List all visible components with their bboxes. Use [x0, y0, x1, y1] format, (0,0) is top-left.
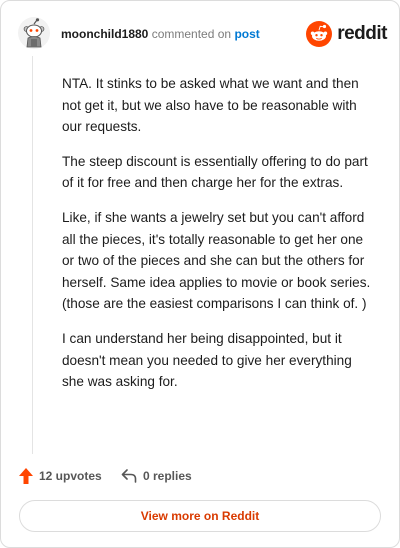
comment-paragraph: I can understand her being disappointed,…	[62, 330, 352, 390]
comment-embed-card: moonchild1880 commented on post reddit N…	[0, 0, 400, 548]
comment-paragraph: Like, if she wants a jewelry set but you…	[62, 209, 371, 312]
author-name[interactable]: moonchild1880	[61, 27, 148, 41]
reply-button[interactable]: 0 replies	[121, 463, 192, 489]
reddit-logo[interactable]: reddit	[306, 21, 387, 47]
upvote-arrow-icon	[19, 468, 33, 484]
reddit-logo-icon	[306, 21, 333, 47]
reply-count: 0 replies	[143, 469, 192, 483]
author-line: moonchild1880 commented on post	[61, 27, 260, 41]
reddit-wordmark: reddit	[337, 23, 387, 44]
comment-actions: 12 upvotes 0 replies	[19, 463, 379, 489]
post-link[interactable]: post	[234, 27, 259, 41]
view-more-button[interactable]: View more on Reddit	[19, 500, 381, 532]
comment-paragraph: NTA. It stinks to be asked what we want …	[62, 76, 359, 135]
comment-body: NTA. It stinks to be asked what we want …	[62, 73, 372, 406]
comment-header: moonchild1880 commented on post reddit	[15, 15, 387, 53]
upvote-count: 12 upvotes	[39, 469, 102, 483]
thread-line	[32, 56, 33, 454]
reply-arrow-icon	[121, 469, 137, 483]
commented-on-text: commented on	[151, 27, 232, 41]
snoo-avatar-icon[interactable]	[18, 17, 50, 49]
upvote-button[interactable]: 12 upvotes	[19, 463, 102, 489]
comment-paragraph: The steep discount is essentially offeri…	[62, 153, 368, 191]
